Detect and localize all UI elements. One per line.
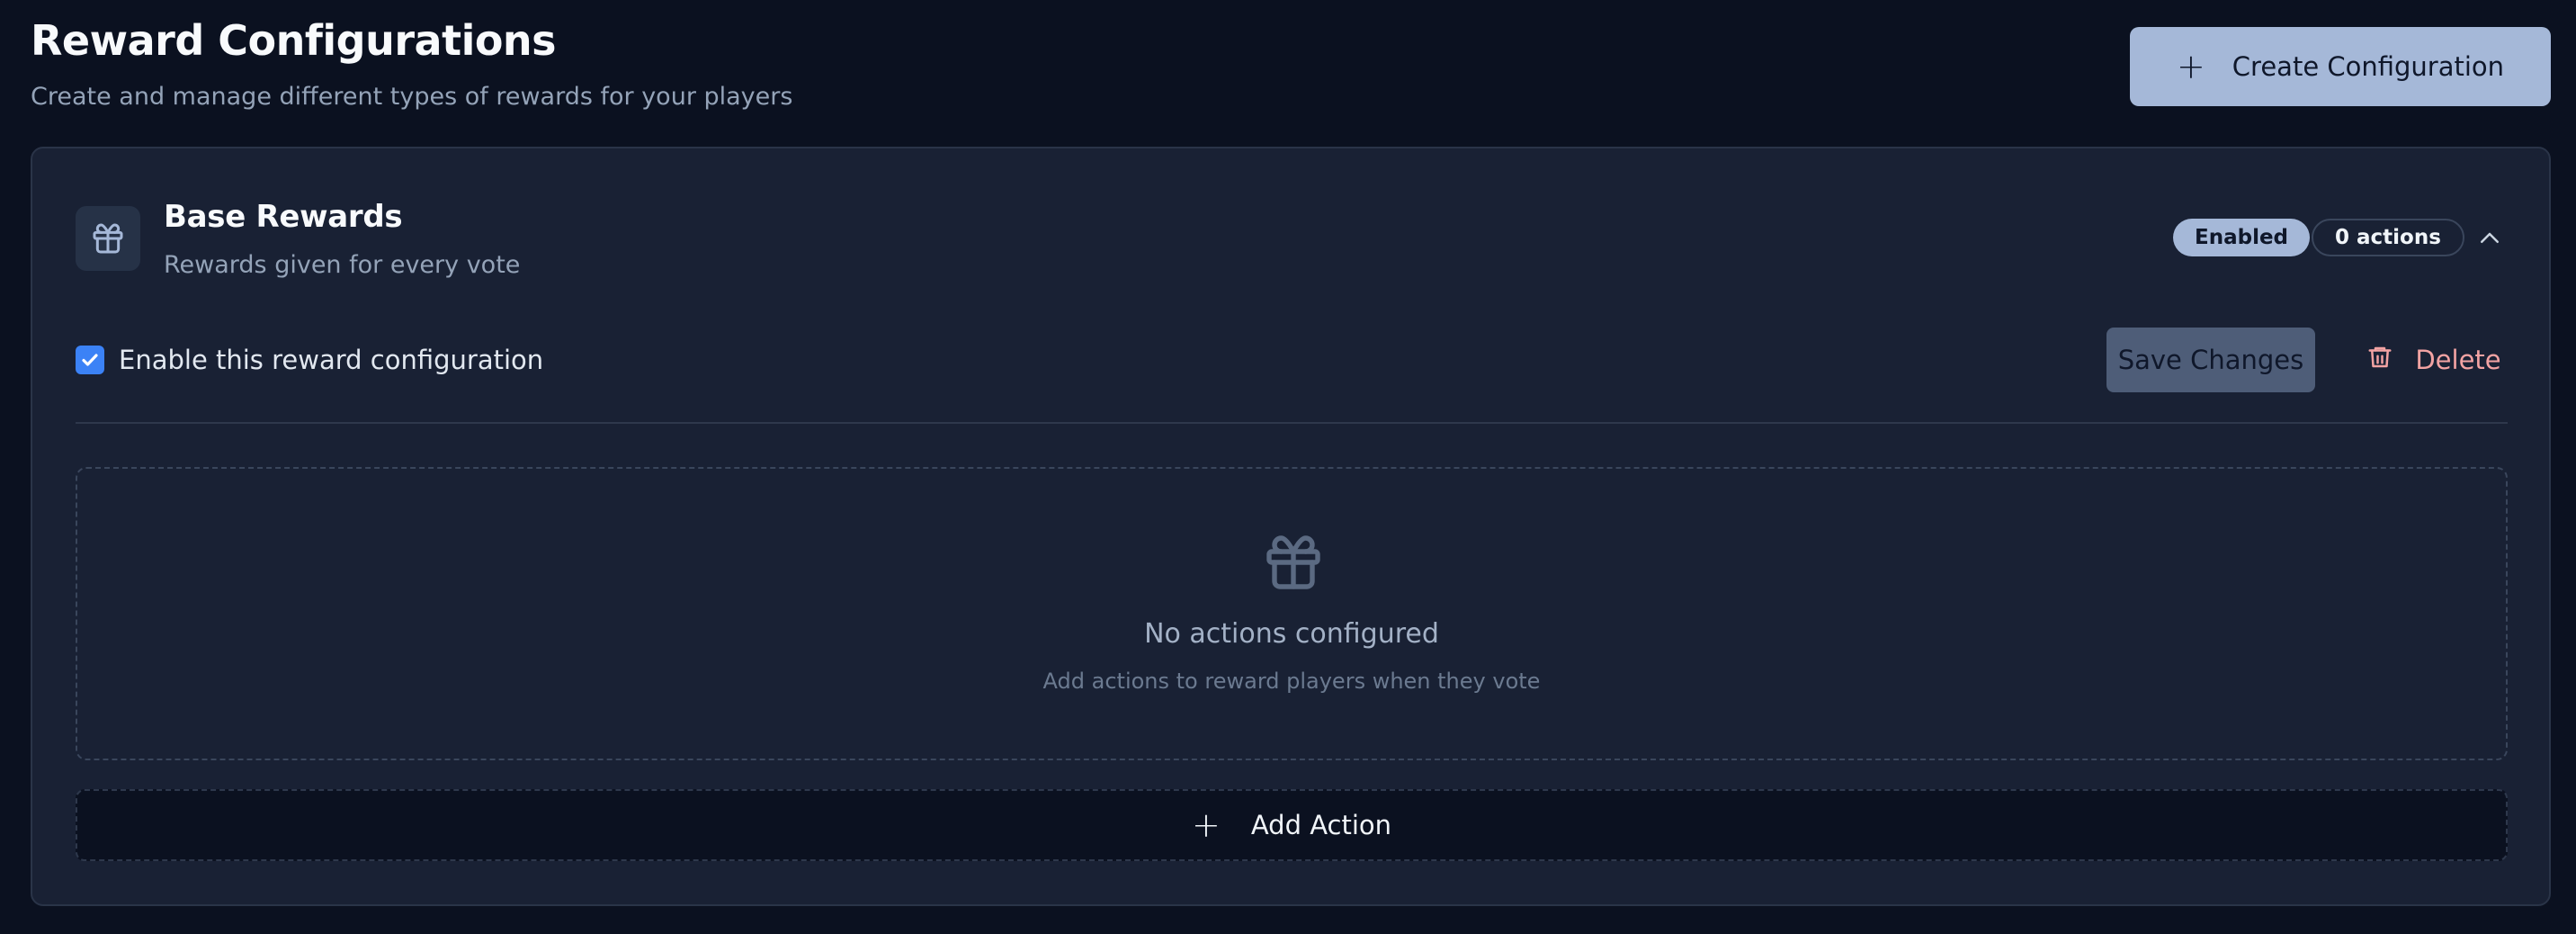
empty-state-title: No actions configured bbox=[1144, 618, 1439, 650]
add-action-button[interactable]: + Add Action bbox=[76, 789, 2508, 861]
check-icon bbox=[82, 354, 98, 366]
save-changes-button[interactable]: Save Changes bbox=[2106, 328, 2315, 392]
create-configuration-button[interactable]: + Create Configuration bbox=[2130, 27, 2551, 106]
gift-icon bbox=[1261, 530, 1326, 595]
enable-config-label: Enable this reward configuration bbox=[119, 345, 544, 375]
page-title: Reward Configurations bbox=[31, 16, 557, 65]
create-configuration-label: Create Configuration bbox=[2232, 51, 2505, 82]
chevron-up-icon[interactable] bbox=[2472, 220, 2508, 256]
config-title: Base Rewards bbox=[164, 199, 403, 235]
reward-config-card: Base Rewards Rewards given for every vot… bbox=[31, 147, 2551, 906]
page-subtitle: Create and manage different types of rew… bbox=[31, 83, 793, 111]
plus-icon: + bbox=[2176, 47, 2205, 86]
reward-configurations-page: Reward Configurations Create and manage … bbox=[0, 0, 2576, 934]
status-badge: Enabled bbox=[2173, 219, 2311, 256]
empty-actions-state: No actions configured Add actions to rew… bbox=[76, 467, 2508, 760]
delete-button[interactable]: Delete bbox=[2346, 328, 2522, 392]
gift-icon bbox=[76, 206, 140, 271]
delete-label: Delete bbox=[2415, 345, 2501, 375]
plus-icon: + bbox=[1191, 805, 1221, 845]
config-description: Rewards given for every vote bbox=[164, 251, 521, 279]
actions-count-badge: 0 actions bbox=[2312, 219, 2464, 256]
divider bbox=[76, 422, 2508, 424]
empty-state-subtitle: Add actions to reward players when they … bbox=[1042, 669, 1541, 694]
trash-icon bbox=[2366, 344, 2393, 377]
enable-config-checkbox[interactable] bbox=[76, 346, 104, 374]
enable-config-row: Enable this reward configuration bbox=[76, 345, 543, 375]
add-action-label: Add Action bbox=[1250, 810, 1392, 840]
